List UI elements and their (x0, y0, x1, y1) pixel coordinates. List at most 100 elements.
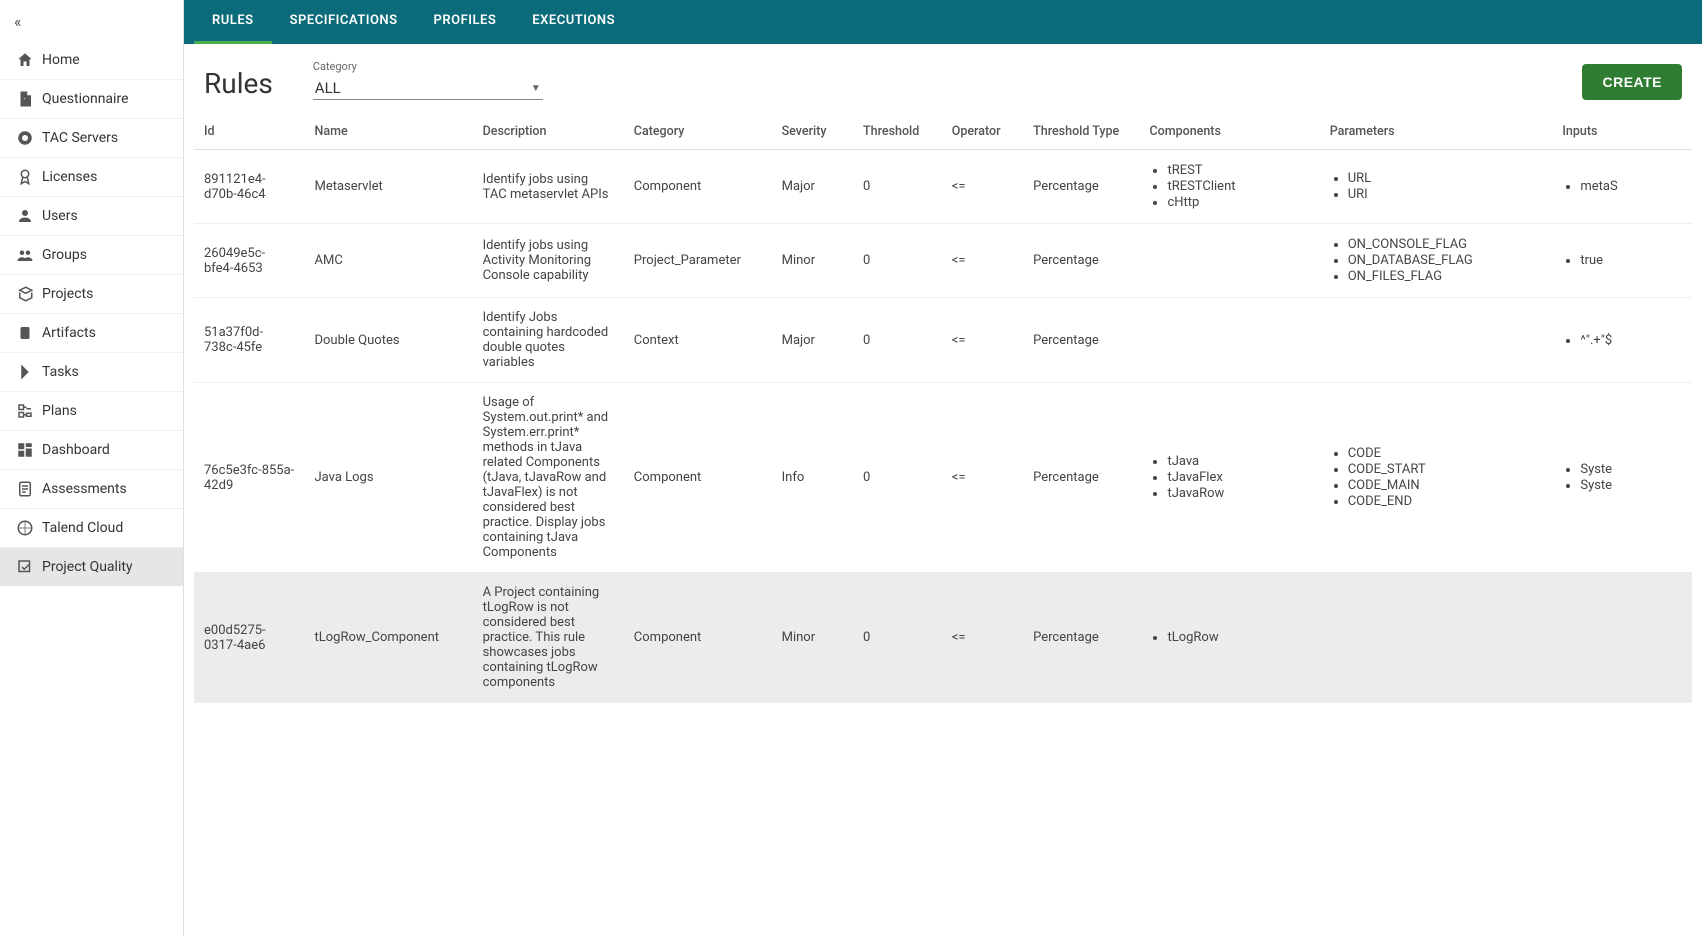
list-item: CODE_END (1348, 494, 1543, 509)
table-cell: Project_Parameter (624, 224, 772, 298)
sidebar-item-projects[interactable]: Projects (0, 274, 183, 313)
table-cell: CODECODE_STARTCODE_MAINCODE_END (1320, 383, 1553, 573)
table-row[interactable]: 26049e5c-bfe4-4653AMCIdentify jobs using… (194, 224, 1692, 298)
category-select[interactable]: ALL ▼ (313, 75, 543, 100)
create-button[interactable]: CREATE (1582, 64, 1682, 100)
tab-rules[interactable]: RULES (194, 0, 272, 44)
list-item: CODE_MAIN (1348, 478, 1543, 493)
column-header[interactable]: Name (304, 112, 472, 150)
dashboard-icon (16, 441, 42, 459)
column-header[interactable]: Category (624, 112, 772, 150)
home-icon (16, 51, 42, 69)
sidebar-item-users[interactable]: Users (0, 196, 183, 235)
column-header[interactable]: Inputs (1552, 112, 1692, 150)
table-cell: Percentage (1023, 298, 1139, 383)
sidebar-item-assessments[interactable]: Assessments (0, 469, 183, 508)
table-cell: 0 (853, 150, 942, 224)
table-cell: 0 (853, 383, 942, 573)
main-content: RULESSPECIFICATIONSPROFILESEXECUTIONS Ru… (184, 0, 1702, 936)
table-cell: e00d5275-0317-4ae6 (194, 573, 304, 703)
table-cell: <= (942, 298, 1023, 383)
list-item: Syste (1580, 462, 1682, 477)
sidebar-item-tasks[interactable]: Tasks (0, 352, 183, 391)
table-cell: Identify jobs using Activity Monitoring … (473, 224, 624, 298)
sidebar-item-dashboard[interactable]: Dashboard (0, 430, 183, 469)
table-row[interactable]: 76c5e3fc-855a-42d9Java LogsUsage of Syst… (194, 383, 1692, 573)
tac-icon (16, 129, 42, 147)
category-select-value: ALL (315, 79, 341, 97)
table-cell: <= (942, 150, 1023, 224)
sidebar-item-label: TAC Servers (42, 130, 118, 146)
quality-icon (16, 558, 42, 576)
table-row[interactable]: e00d5275-0317-4ae6tLogRow_ComponentA Pro… (194, 573, 1692, 703)
table-cell: ON_CONSOLE_FLAGON_DATABASE_FLAGON_FILES_… (1320, 224, 1553, 298)
sidebar-item-label: Assessments (42, 481, 127, 497)
table-cell: SysteSyste (1552, 383, 1692, 573)
column-header[interactable]: Threshold Type (1023, 112, 1139, 150)
table-cell (1320, 573, 1553, 703)
table-cell: <= (942, 573, 1023, 703)
table-cell: true (1552, 224, 1692, 298)
table-cell: AMC (304, 224, 472, 298)
table-cell (1552, 573, 1692, 703)
column-header[interactable]: Id (194, 112, 304, 150)
sidebar-item-tac[interactable]: TAC Servers (0, 118, 183, 157)
table-cell: tJavatJavaFlextJavaRow (1139, 383, 1319, 573)
table-row[interactable]: 891121e4-d70b-46c4MetaservletIdentify jo… (194, 150, 1692, 224)
table-cell: tLogRow_Component (304, 573, 472, 703)
table-cell: 26049e5c-bfe4-4653 (194, 224, 304, 298)
list-item: tJavaFlex (1167, 470, 1309, 485)
list-item: URI (1348, 187, 1543, 202)
table-cell: 51a37f0d-738c-45fe (194, 298, 304, 383)
sidebar: « HomeQuestionnaire TAC Servers Licenses Us… (0, 0, 184, 936)
table-cell: URLURI (1320, 150, 1553, 224)
sidebar-item-cloud[interactable]: Talend Cloud (0, 508, 183, 547)
column-header[interactable]: Threshold (853, 112, 942, 150)
sidebar-item-quality[interactable]: Project Quality (0, 547, 183, 586)
groups-icon (16, 246, 42, 264)
projects-icon (16, 285, 42, 303)
table-cell: Component (624, 573, 772, 703)
list-item: ON_FILES_FLAG (1348, 269, 1543, 284)
table-cell: Percentage (1023, 224, 1139, 298)
table-cell: Major (772, 298, 853, 383)
table-cell: 0 (853, 573, 942, 703)
list-item: tLogRow (1167, 630, 1309, 645)
table-cell (1139, 298, 1319, 383)
table-cell: Context (624, 298, 772, 383)
list-item: ON_DATABASE_FLAG (1348, 253, 1543, 268)
sidebar-item-licenses[interactable]: Licenses (0, 157, 183, 196)
table-cell: <= (942, 383, 1023, 573)
sidebar-item-plans[interactable]: Plans (0, 391, 183, 430)
list-item: metaS (1580, 179, 1682, 194)
sidebar-item-artifacts[interactable]: Artifacts (0, 313, 183, 352)
table-cell: Percentage (1023, 150, 1139, 224)
table-row[interactable]: 51a37f0d-738c-45feDouble QuotesIdentify … (194, 298, 1692, 383)
column-header[interactable]: Components (1139, 112, 1319, 150)
sidebar-item-home[interactable]: Home (0, 41, 183, 79)
chevron-down-icon: ▼ (531, 83, 541, 94)
table-cell: Identify Jobs containing hardcoded doubl… (473, 298, 624, 383)
tab-profiles[interactable]: PROFILES (416, 0, 515, 44)
sidebar-item-label: Users (42, 208, 78, 224)
table-cell: Major (772, 150, 853, 224)
table-cell: Identify jobs using TAC metaservlet APIs (473, 150, 624, 224)
list-item: CODE (1348, 446, 1543, 461)
table-cell: Percentage (1023, 383, 1139, 573)
sidebar-item-questionnaire[interactable]: Questionnaire (0, 79, 183, 118)
table-cell: 891121e4-d70b-46c4 (194, 150, 304, 224)
column-header[interactable]: Description (473, 112, 624, 150)
table-cell: metaS (1552, 150, 1692, 224)
column-header[interactable]: Parameters (1320, 112, 1553, 150)
table-cell: <= (942, 224, 1023, 298)
collapse-icon[interactable]: « (14, 12, 22, 31)
table-cell: Java Logs (304, 383, 472, 573)
table-cell: Percentage (1023, 573, 1139, 703)
tab-specifications[interactable]: SPECIFICATIONS (272, 0, 416, 44)
table-cell: Minor (772, 573, 853, 703)
tab-executions[interactable]: EXECUTIONS (514, 0, 633, 44)
sidebar-item-groups[interactable]: Groups (0, 235, 183, 274)
column-header[interactable]: Operator (942, 112, 1023, 150)
table-cell: 0 (853, 298, 942, 383)
column-header[interactable]: Severity (772, 112, 853, 150)
